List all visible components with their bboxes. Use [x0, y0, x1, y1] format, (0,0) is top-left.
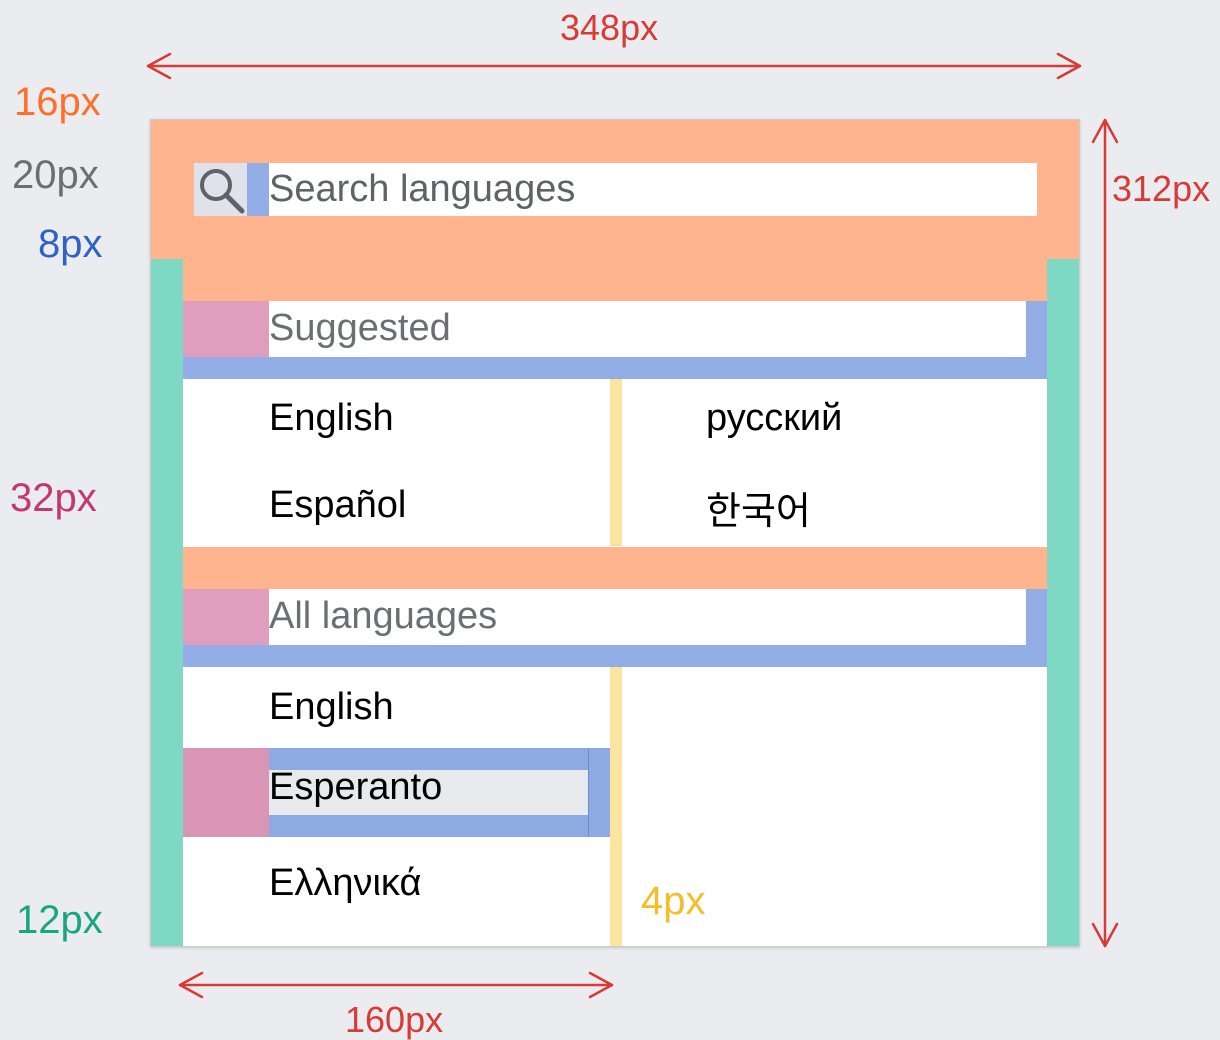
search-box[interactable]: [194, 163, 1037, 216]
right-padding: [1047, 259, 1079, 946]
language-item-esperanto-selected[interactable]: Esperanto: [183, 748, 610, 837]
language-item-english[interactable]: English: [269, 686, 394, 729]
column-width-label: 160px: [345, 999, 444, 1040]
section-indent: [183, 589, 269, 645]
language-picker-panel: Suggested English Español русский 한국어 Al…: [150, 119, 1080, 947]
language-item-russian[interactable]: русский: [706, 397, 842, 440]
column-gap: [610, 667, 622, 946]
language-item-english-suggested[interactable]: English: [269, 397, 394, 440]
item-indent-label: 32px: [10, 476, 97, 520]
width-dimension-label: 348px: [560, 7, 659, 48]
language-item-espanol[interactable]: Español: [269, 484, 406, 527]
search-gap-label: 8px: [38, 222, 103, 266]
top-padding-label: 16px: [14, 80, 101, 124]
language-item-greek[interactable]: Ελληνικά: [269, 862, 421, 905]
suggested-section-padding: [183, 259, 1047, 301]
section-title-all-languages: All languages: [269, 595, 498, 637]
column-gap: [610, 379, 622, 546]
height-dimension-label: 312px: [1112, 168, 1211, 209]
item-indent: [183, 748, 269, 837]
all-languages-section-header: All languages: [183, 589, 1047, 667]
language-item-esperanto: Esperanto: [269, 766, 443, 808]
section-title-suggested: Suggested: [269, 307, 451, 349]
search-icon-gap: [247, 163, 269, 216]
left-padding: [151, 259, 183, 946]
language-item-korean[interactable]: 한국어: [706, 480, 811, 535]
search-input[interactable]: [269, 163, 1037, 216]
all-section-padding: [183, 547, 1047, 589]
side-padding-label: 12px: [16, 898, 103, 942]
search-height-label: 20px: [12, 153, 99, 197]
section-indent: [183, 301, 269, 357]
column-gap-label: 4px: [641, 879, 706, 923]
search-icon: [194, 163, 247, 216]
suggested-section-header: Suggested: [183, 301, 1047, 379]
